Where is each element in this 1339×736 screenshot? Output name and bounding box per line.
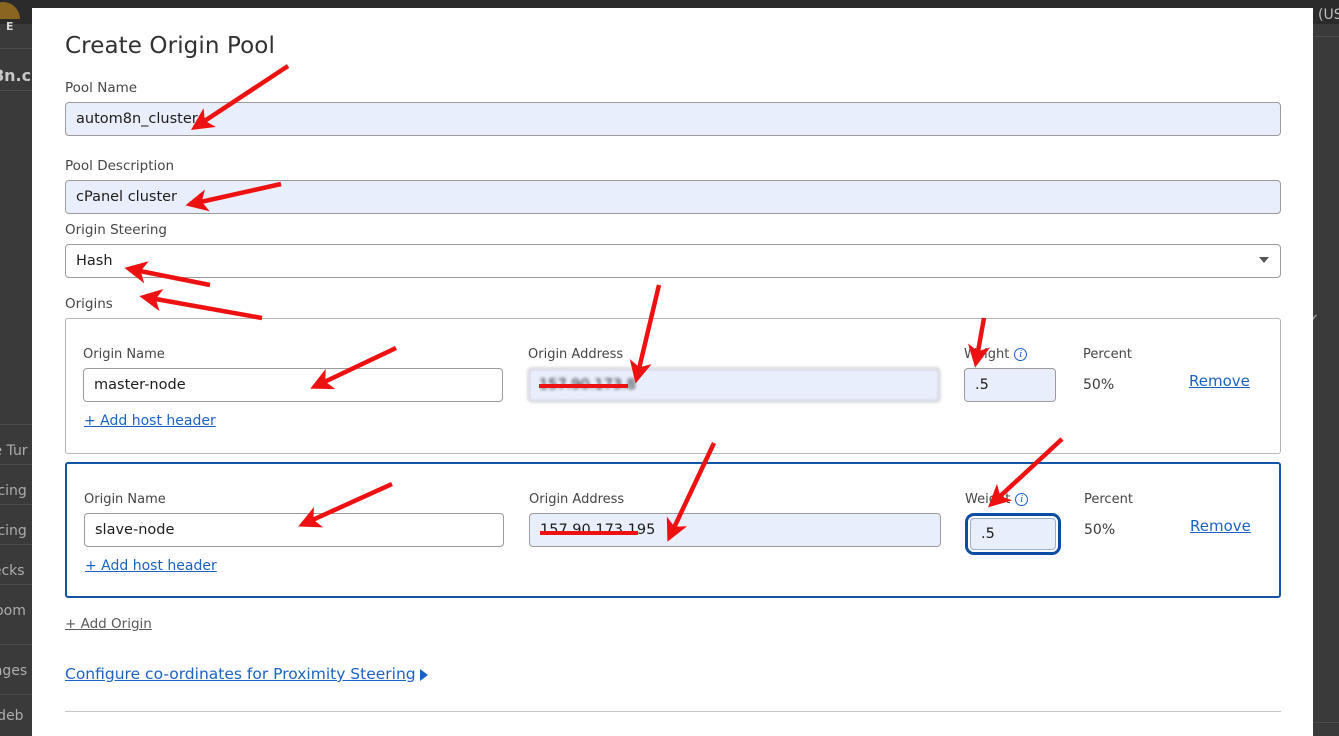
info-icon[interactable]: i	[1015, 493, 1029, 506]
background-nav-item[interactable]: re Tur	[0, 443, 28, 459]
background-divider	[0, 424, 32, 425]
background-nav-item[interactable]: Pages	[0, 663, 27, 679]
origin-address-input[interactable]	[528, 368, 940, 402]
origin-name-input[interactable]	[84, 513, 504, 547]
chevron-right-icon	[419, 669, 428, 681]
remove-origin-link[interactable]: Remove	[1190, 517, 1251, 535]
background-divider	[0, 464, 32, 465]
background-logo-label: E	[6, 20, 15, 33]
origin-percent-value: 50%	[1084, 522, 1116, 538]
origins-section-label: Origins	[65, 296, 113, 312]
background-divider	[0, 584, 32, 585]
origin-address-label: Origin Address	[528, 347, 624, 362]
background-divider	[0, 504, 32, 505]
background-divider	[0, 544, 32, 545]
origin-percent-label: Percent	[1083, 347, 1132, 362]
origin-weight-input[interactable]	[964, 368, 1056, 402]
origin-name-group: Origin Name	[84, 492, 504, 547]
background-region-label: (US	[1318, 7, 1339, 23]
background-nav-item[interactable]: ancing	[0, 523, 27, 539]
origin-name-input[interactable]	[83, 368, 503, 402]
origin-weight-group: Weight i	[964, 347, 1058, 402]
origin-address-input[interactable]	[529, 513, 941, 547]
add-host-header-link[interactable]: + Add host header	[85, 558, 217, 574]
pool-description-label: Pool Description	[65, 158, 175, 174]
origin-weight-label: Weight i	[964, 347, 1058, 362]
origin-name-label: Origin Name	[84, 492, 166, 507]
origin-address-group: Origin Address	[529, 492, 941, 547]
origin-weight-label: Weight i	[965, 492, 1059, 507]
origin-weight-focus-ring	[965, 513, 1061, 555]
background-nav-item[interactable]: sideb	[0, 708, 24, 724]
add-host-header-link[interactable]: + Add host header	[84, 413, 216, 429]
chevron-down-icon	[1259, 257, 1269, 263]
background-nav-item[interactable]: ancing	[0, 483, 27, 499]
origin-row: Origin Name Origin Address Weighti Perce…	[65, 318, 1281, 454]
background-divider	[1313, 722, 1339, 723]
background-divider	[1313, 36, 1339, 37]
remove-origin-link-wrap: Remove	[1189, 371, 1250, 390]
origin-percent-group: Percent 50%	[1083, 347, 1193, 402]
add-origin-link[interactable]: + Add Origin	[65, 616, 152, 632]
info-icon[interactable]: i	[1014, 348, 1028, 361]
origin-weight-group: Weight i	[965, 492, 1061, 555]
origin-name-label: Origin Name	[83, 347, 165, 362]
pool-name-label: Pool Name	[65, 80, 138, 96]
origin-percent-value: 50%	[1083, 377, 1115, 393]
origin-address-label: Origin Address	[529, 492, 625, 507]
origin-steering-label: Origin Steering	[65, 222, 167, 238]
pool-description-input[interactable]	[65, 180, 1281, 214]
create-origin-pool-dialog: Create Origin Pool Pool Name Pool Descri…	[32, 8, 1313, 736]
origin-pool-form: Pool Name Pool Description Origin Steeri…	[65, 80, 1281, 683]
background-nav-item[interactable]: Room	[0, 603, 26, 619]
remove-origin-link[interactable]: Remove	[1189, 372, 1250, 390]
page-title: Create Origin Pool	[65, 33, 275, 59]
origin-percent-label: Percent	[1084, 492, 1133, 507]
origin-name-group: Origin Name	[83, 347, 503, 402]
background-domain-label: 8n.c	[0, 66, 32, 85]
footer-divider	[65, 711, 1281, 712]
pool-name-input[interactable]	[65, 102, 1281, 136]
background-divider	[0, 644, 32, 645]
origin-steering-selected-value: Hash	[65, 244, 1281, 278]
origin-steering-select[interactable]: Hash	[65, 244, 1281, 278]
background-divider	[0, 694, 32, 695]
origin-weight-input[interactable]	[970, 518, 1056, 550]
background-nav-item[interactable]: necks	[0, 563, 25, 579]
origin-percent-group: Percent 50%	[1084, 492, 1194, 547]
remove-origin-link-wrap: Remove	[1190, 516, 1251, 535]
origin-address-group: Origin Address	[528, 347, 940, 402]
origin-row: Origin Name Origin Address Weighti Perce…	[65, 462, 1281, 598]
configure-proximity-steering-link[interactable]: Configure co-ordinates for Proximity Ste…	[65, 665, 416, 683]
